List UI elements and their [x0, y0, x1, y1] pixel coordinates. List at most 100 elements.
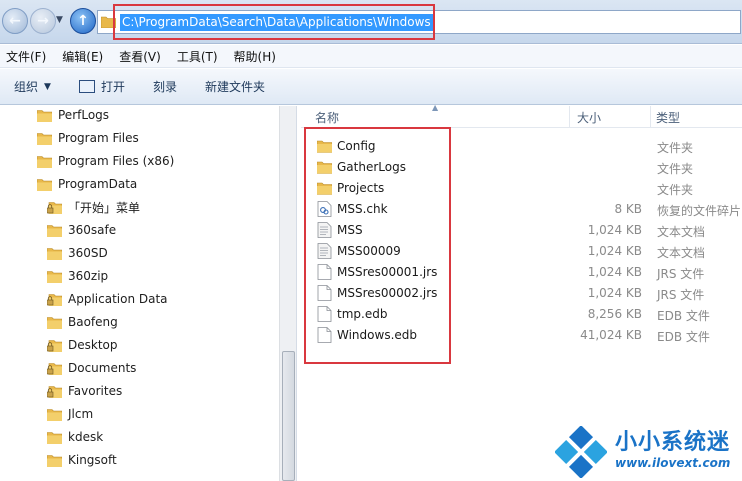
tree-item[interactable]: kdesk: [47, 426, 103, 448]
menu-bar: 文件(F) 编辑(E) 查看(V) 工具(T) 帮助(H): [0, 45, 742, 68]
tree-item[interactable]: Program Files (x86): [37, 150, 174, 172]
file-name: MSS.chk: [337, 202, 388, 216]
tree-item-label: Favorites: [68, 384, 123, 398]
menu-tools[interactable]: 工具(T): [177, 48, 218, 65]
folder-icon: [317, 161, 332, 174]
text-file-icon: [317, 243, 332, 259]
file-type: EDB 文件: [657, 330, 710, 344]
tree-item[interactable]: Favorites: [47, 380, 122, 402]
tree-item[interactable]: 「开始」菜单: [47, 196, 140, 218]
file-row[interactable]: MSSres00002.jrs 1,024 KB JRS 文件: [301, 283, 742, 304]
column-name[interactable]: 名称: [315, 109, 339, 126]
tree-item[interactable]: ProgramData: [37, 173, 137, 195]
locked-folder-icon: [47, 362, 62, 375]
file-icon: [317, 285, 332, 301]
file-size: 1,024 KB: [587, 223, 642, 237]
tree-item-label: 360SD: [68, 246, 108, 260]
column-type[interactable]: 类型: [656, 109, 680, 126]
tree-item[interactable]: Application Data: [47, 288, 168, 310]
folder-icon: [47, 270, 62, 283]
tree-item-label: 「开始」菜单: [68, 200, 141, 215]
file-row[interactable]: tmp.edb 8,256 KB EDB 文件: [301, 304, 742, 325]
file-row[interactable]: Windows.edb 41,024 KB EDB 文件: [301, 325, 742, 346]
column-separator[interactable]: [650, 106, 651, 128]
menu-view[interactable]: 查看(V): [119, 48, 161, 65]
open-button[interactable]: 打开: [78, 78, 125, 95]
text-file-icon: [317, 222, 332, 238]
tree-item[interactable]: Baofeng: [47, 311, 118, 333]
file-type: 恢复的文件碎片: [657, 204, 742, 218]
file-size: 1,024 KB: [587, 265, 642, 279]
back-arrow-icon[interactable]: ←: [2, 8, 28, 34]
folder-icon: [47, 454, 62, 467]
sort-up-icon: ▲: [432, 103, 439, 112]
file-size: 8,256 KB: [587, 307, 642, 321]
file-row[interactable]: MSSres00001.jrs 1,024 KB JRS 文件: [301, 262, 742, 283]
folder-icon: [37, 155, 52, 168]
file-name: MSSres00001.jrs: [337, 265, 438, 279]
menu-edit[interactable]: 编辑(E): [62, 48, 103, 65]
chevron-down-icon: ▼: [44, 81, 51, 92]
file-icon: [317, 264, 332, 280]
column-header: ▲ 名称 大小 类型: [301, 103, 742, 128]
file-row[interactable]: MSS.chk 8 KB 恢复的文件碎片: [301, 199, 742, 220]
watermark-text: 小小系统迷: [615, 430, 731, 455]
folder-icon: [47, 431, 62, 444]
file-row[interactable]: MSS 1,024 KB 文本文档: [301, 220, 742, 241]
tree-item-label: Documents: [68, 361, 137, 375]
diamond-logo-icon: [555, 426, 607, 478]
menu-help[interactable]: 帮助(H): [234, 48, 276, 65]
file-type: JRS 文件: [657, 267, 705, 281]
folder-icon: [47, 247, 62, 260]
tree-item[interactable]: Program Files: [37, 127, 139, 149]
tree-item-label: Program Files: [58, 131, 139, 145]
tree-item[interactable]: 360SD: [47, 242, 108, 264]
file-row[interactable]: Projects 文件夹: [301, 178, 742, 199]
tree-item[interactable]: PerfLogs: [37, 106, 109, 126]
address-bar[interactable]: C:\ProgramData\Search\Data\Applications\…: [97, 10, 741, 34]
file-name: MSSres00002.jrs: [337, 286, 438, 300]
file-type: 文件夹: [657, 183, 694, 197]
menu-file[interactable]: 文件(F): [6, 48, 46, 65]
forward-arrow-icon[interactable]: →: [30, 8, 56, 34]
file-name: MSS: [337, 223, 363, 237]
tree-scrollbar[interactable]: [279, 106, 296, 481]
tree-item[interactable]: Jlcm: [47, 403, 93, 425]
burn-label: 刻录: [152, 80, 177, 94]
address-path-text[interactable]: C:\ProgramData\Search\Data\Applications\…: [120, 14, 433, 31]
file-size: 1,024 KB: [587, 244, 642, 258]
tree-item[interactable]: Kingsoft: [47, 449, 117, 471]
file-name: tmp.edb: [337, 307, 388, 321]
pane-divider[interactable]: [296, 106, 300, 481]
column-separator[interactable]: [569, 106, 570, 128]
tree-item[interactable]: 360zip: [47, 265, 108, 287]
tree-item-label: Kingsoft: [68, 453, 117, 467]
file-row[interactable]: MSS00009 1,024 KB 文本文档: [301, 241, 742, 262]
folder-icon: [317, 182, 332, 195]
tree-scroll-thumb[interactable]: [282, 351, 295, 481]
file-type: 文件夹: [657, 162, 694, 176]
file-name: Config: [337, 139, 376, 153]
file-size: 1,024 KB: [587, 286, 642, 300]
file-row[interactable]: GatherLogs 文件夹: [301, 157, 742, 178]
open-label: 打开: [100, 80, 125, 94]
folder-icon: [317, 140, 332, 153]
new-folder-label: 新建文件夹: [204, 80, 265, 94]
new-folder-button[interactable]: 新建文件夹: [205, 78, 265, 95]
file-type: EDB 文件: [657, 309, 710, 323]
tree-item-label: Desktop: [68, 338, 118, 352]
tree-item-label: Program Files (x86): [58, 154, 175, 168]
column-size[interactable]: 大小: [577, 109, 601, 126]
file-row[interactable]: Config 文件夹: [301, 136, 742, 157]
tree-item[interactable]: 360safe: [47, 219, 116, 241]
file-type: 文本文档: [657, 246, 706, 260]
tree-item[interactable]: Documents: [47, 357, 136, 379]
up-arrow-icon[interactable]: ↑: [70, 8, 96, 34]
file-name: MSS00009: [337, 244, 401, 258]
tree-item-label: Jlcm: [68, 407, 94, 421]
watermark-url: www.ilovext.com: [615, 456, 731, 470]
tree-item[interactable]: Desktop: [47, 334, 118, 356]
burn-button[interactable]: 刻录: [153, 78, 177, 95]
organize-button[interactable]: 组织 ▼: [14, 78, 51, 95]
recent-pages-chevron-icon[interactable]: ▼: [56, 15, 63, 25]
